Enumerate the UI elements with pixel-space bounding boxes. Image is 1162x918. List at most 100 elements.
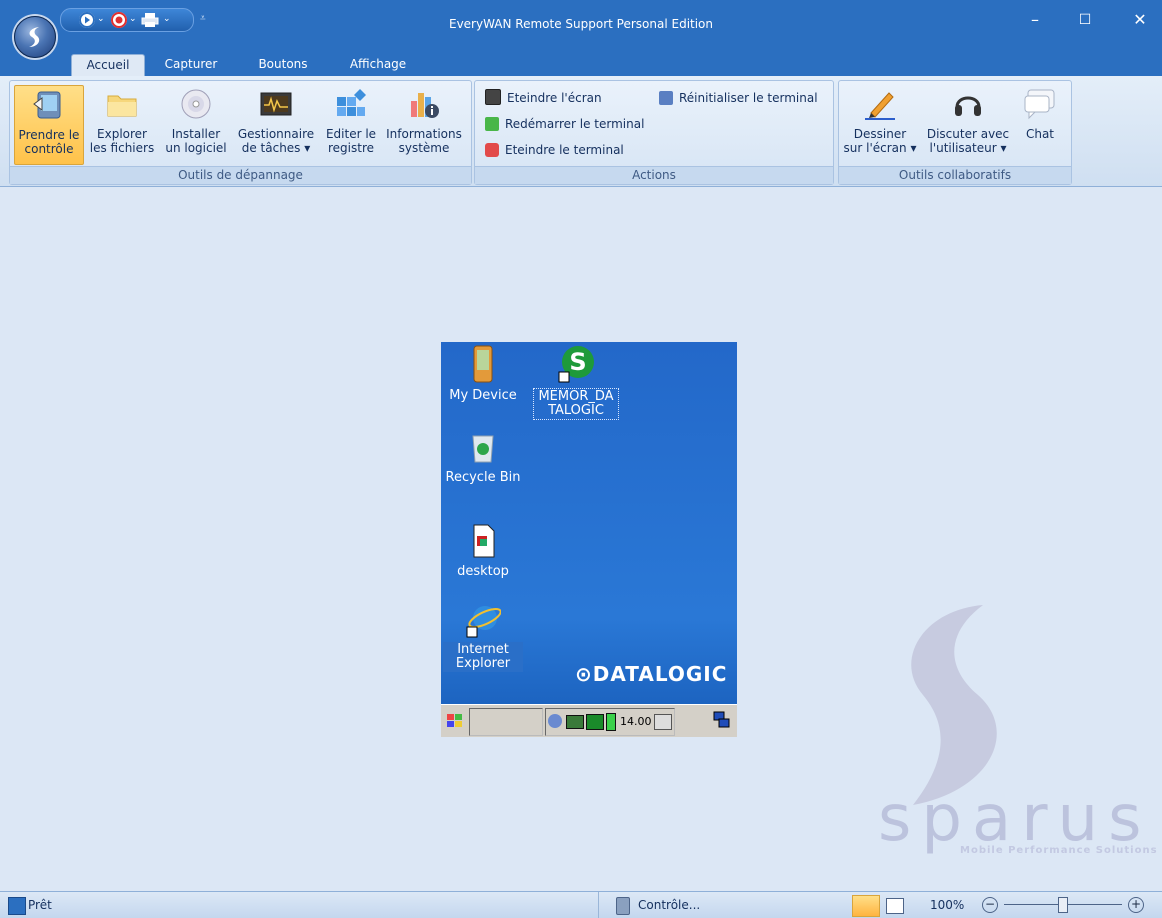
recycle-bin-item[interactable]: Recycle Bin <box>443 428 523 486</box>
sparus-tagline: Mobile Performance Solutions <box>960 845 1158 856</box>
prendre-controle-label-2: contrôle <box>24 142 74 156</box>
zoom-out-button[interactable]: − <box>982 897 998 913</box>
editer-registre-button[interactable]: Editer le registre <box>320 85 382 163</box>
tab-boutons[interactable]: Boutons <box>250 54 316 76</box>
pencil-icon <box>865 92 895 120</box>
memor-shortcut-icon: S <box>558 346 594 383</box>
datalogic-logo: ⊙DATALOGIC <box>575 662 728 686</box>
windows-start-icon[interactable] <box>445 711 465 731</box>
task-manager-icon <box>260 92 292 116</box>
recycle-bin-label: Recycle Bin <box>445 470 521 485</box>
status-bar: Prêt Contrôle... 100% − + <box>0 891 1162 918</box>
dessiner-label-2: sur l'écran ▾ <box>843 141 917 155</box>
eteindre-terminal-button[interactable]: Eteindre le terminal <box>485 141 624 159</box>
sparus-logo-icon <box>911 605 997 805</box>
explorer-label-1: Explorer <box>97 127 147 141</box>
headset-icon <box>955 96 981 116</box>
tab-capturer[interactable]: Capturer <box>156 54 226 76</box>
desktop-label: desktop <box>457 564 509 579</box>
dessiner-button[interactable]: Dessiner sur l'écran ▾ <box>841 85 919 163</box>
zoom-slider-thumb[interactable] <box>1058 897 1068 913</box>
chat-bubble-icon <box>1024 89 1055 120</box>
informations-systeme-button[interactable]: Informations système <box>382 85 466 163</box>
group-actions-title: Actions <box>475 166 833 184</box>
group-collab: Dessiner sur l'écran ▾ Discuter avec l'u… <box>838 80 1072 185</box>
ribbon: Prendre le contrôle Explorer les fichier… <box>0 76 1162 187</box>
app-menu-orb[interactable] <box>14 16 56 58</box>
prendre-controle-label-1: Prendre le <box>18 128 80 142</box>
minimize-button[interactable]: – <box>1015 6 1055 36</box>
my-device-icon-item[interactable]: My Device <box>443 344 523 404</box>
cd-icon <box>181 89 211 119</box>
gestionnaire-taches-button[interactable]: Gestionnaire de tâches ▾ <box>234 85 318 163</box>
tab-affichage[interactable]: Affichage <box>340 54 416 76</box>
restart-icon <box>485 117 499 131</box>
system-info-icon <box>411 93 439 118</box>
explorer-fichiers-button[interactable]: Explorer les fichiers <box>88 85 156 163</box>
installer-logiciel-button[interactable]: Installer un logiciel <box>160 85 232 163</box>
registre-label-2: registre <box>327 141 374 155</box>
group-depannage-title: Outils de dépannage <box>10 166 471 184</box>
explorer-label-2: les fichiers <box>89 141 155 155</box>
group-depannage: Prendre le contrôle Explorer les fichier… <box>9 80 472 185</box>
control-mode-button[interactable] <box>852 895 880 917</box>
informations-label-1: Informations <box>386 127 462 141</box>
internet-explorer-label: Internet Explorer <box>455 642 511 671</box>
app-logo-icon <box>29 27 40 47</box>
installer-label-1: Installer <box>171 127 221 141</box>
maximize-button[interactable]: ☐ <box>1065 6 1105 36</box>
battery-icon <box>606 713 616 731</box>
desktop-file-item[interactable]: desktop <box>443 522 523 580</box>
desktop-switch-icon[interactable] <box>713 711 731 729</box>
folder-icon <box>107 95 137 117</box>
status-text: Prêt <box>28 898 52 912</box>
chat-button[interactable]: Chat <box>1015 85 1065 163</box>
prendre-controle-button[interactable]: Prendre le contrôle <box>14 85 84 165</box>
redemarrer-button[interactable]: Redémarrer le terminal <box>485 115 644 133</box>
network-icon <box>548 714 562 728</box>
registry-icon <box>337 89 366 116</box>
system-tray: 14.00 <box>545 708 675 736</box>
internet-explorer-item[interactable]: Internet Explorer <box>443 598 523 672</box>
taskbar-empty-slot <box>469 708 543 736</box>
dessiner-label-1: Dessiner <box>853 127 907 141</box>
take-control-icon <box>33 91 61 119</box>
discuter-button[interactable]: Discuter avec l'utilisateur ▾ <box>925 85 1011 163</box>
fit-screen-button[interactable] <box>886 898 904 914</box>
mode-text: Contrôle... <box>638 898 701 912</box>
clock-text: 14.00 <box>620 715 652 728</box>
eteindre-terminal-label: Eteindre le terminal <box>505 143 624 157</box>
window-title: EveryWAN Remote Support Personal Edition <box>448 17 714 31</box>
tab-accueil[interactable]: Accueil <box>71 54 145 78</box>
device-screen[interactable]: My Device S MEMOR_DA TALOGIC Recycle Bin… <box>441 342 737 737</box>
my-device-label: My Device <box>449 388 517 403</box>
device-taskbar: 14.00 <box>441 704 737 737</box>
input-panel-icon[interactable] <box>654 714 672 730</box>
installer-label-2: un logiciel <box>165 141 227 155</box>
screen-off-icon <box>485 89 501 105</box>
svg-text:S: S <box>569 348 586 376</box>
discuter-label-2: l'utilisateur ▾ <box>929 141 1007 155</box>
gestionnaire-label-2: de tâches ▾ <box>241 141 311 155</box>
status-divider <box>598 892 599 918</box>
device-status-icon <box>616 897 630 915</box>
discuter-label-1: Discuter avec <box>926 127 1010 141</box>
redemarrer-label: Redémarrer le terminal <box>505 117 645 131</box>
close-button[interactable]: ✕ <box>1120 6 1160 36</box>
device-icon <box>473 345 493 383</box>
zoom-in-button[interactable]: + <box>1128 897 1144 913</box>
power-icon <box>485 143 499 157</box>
zoom-level: 100% <box>930 898 965 912</box>
status-app-icon <box>8 897 26 915</box>
registre-label-1: Editer le <box>325 127 377 141</box>
group-actions: Eteindre l'écran Redémarrer le terminal … <box>474 80 834 185</box>
battery-grid-icon <box>586 714 604 730</box>
eteindre-ecran-button[interactable]: Eteindre l'écran <box>485 89 602 107</box>
memor-label: MEMOR_DA TALOGIC <box>538 389 614 418</box>
gestionnaire-label-1: Gestionnaire <box>237 127 315 141</box>
document-icon <box>473 524 495 558</box>
reinitialiser-button[interactable]: Réinitialiser le terminal <box>659 89 818 107</box>
keyboard-mode-icon <box>566 715 584 729</box>
memor-icon-item[interactable]: S MEMOR_DA TALOGIC <box>533 344 619 420</box>
recycle-bin-icon <box>472 435 494 463</box>
